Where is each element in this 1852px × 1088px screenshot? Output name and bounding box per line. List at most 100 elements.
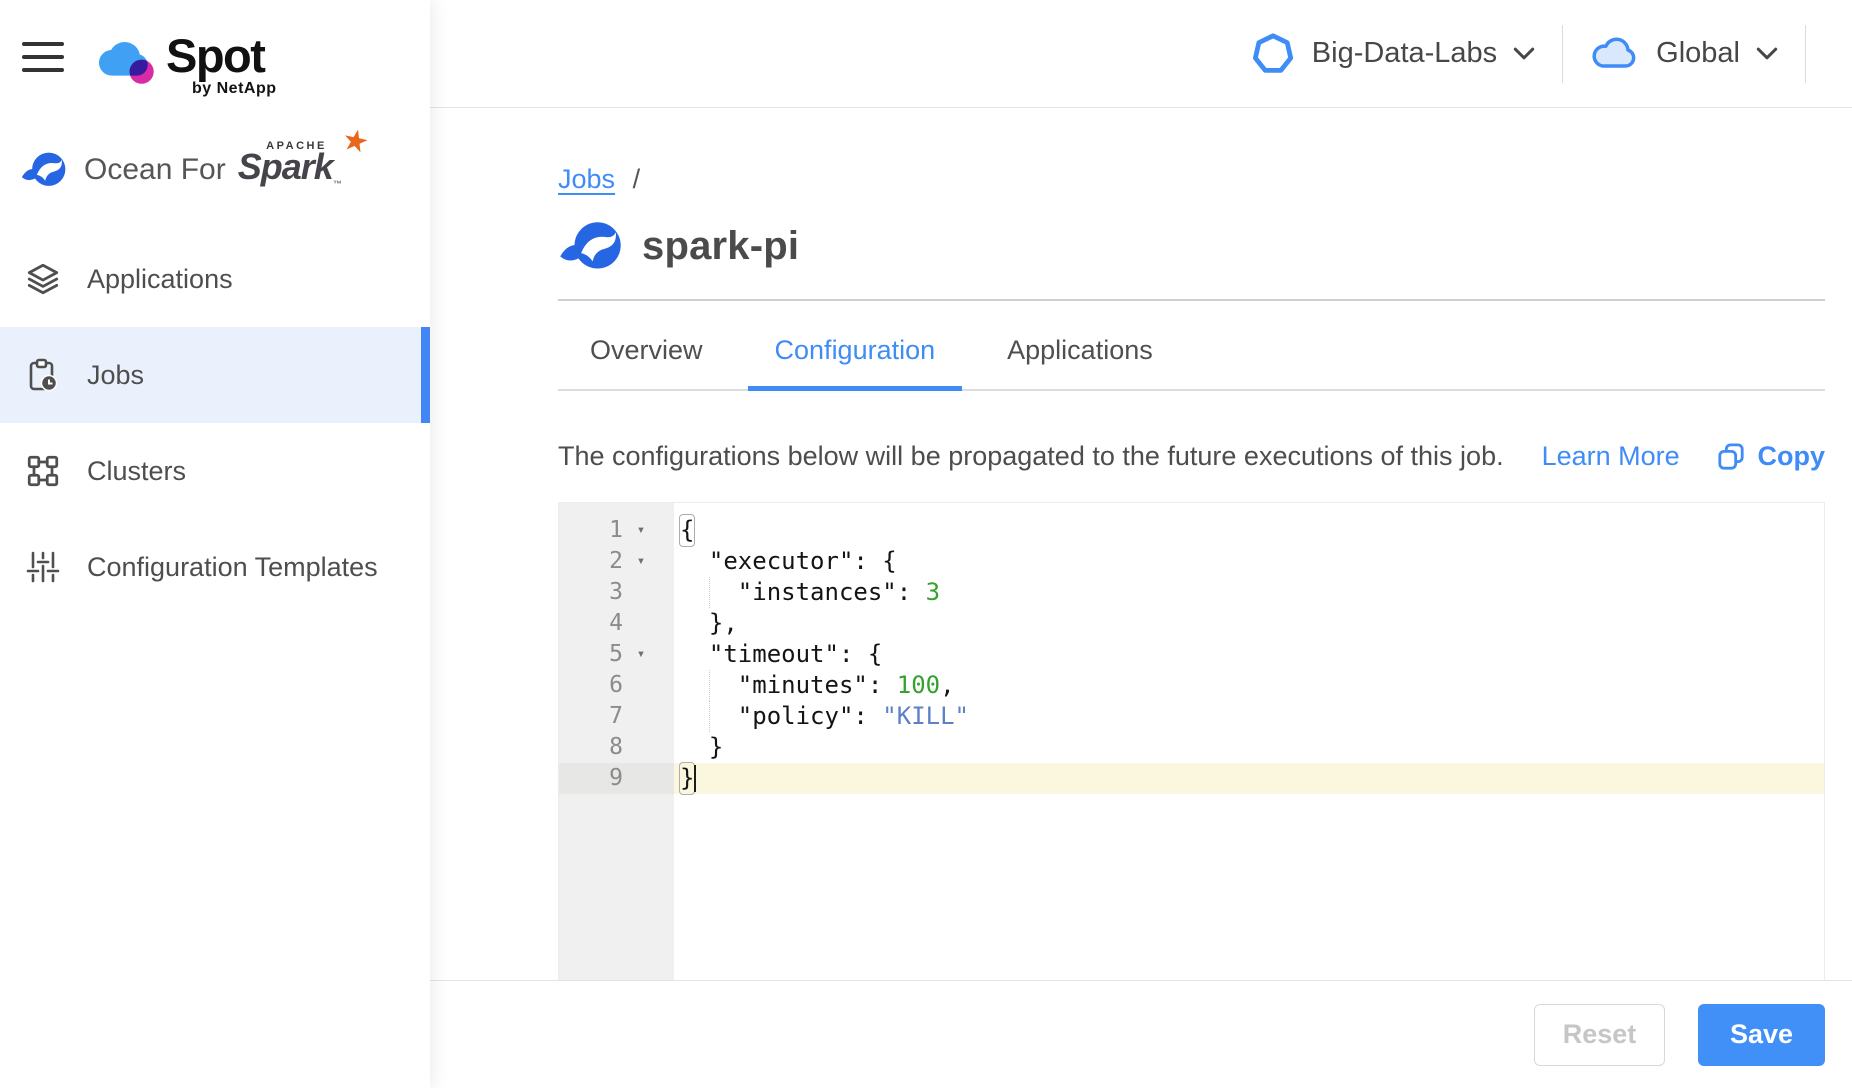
spot-byline-text: by NetApp [192,80,277,98]
title-row: spark-pi [558,220,1825,273]
code-token: "policy": [680,701,882,732]
code-line-content[interactable]: } [674,732,1824,763]
line-number: 4 [559,608,623,639]
cloud-icon [1590,35,1640,72]
line-number: 1 [559,515,623,546]
code-line-content[interactable]: "policy": "KILL" [674,701,1824,732]
indent-guide [709,701,710,732]
gutter-cell: 2▾ [559,546,674,577]
sidebar-item-label: Configuration Templates [87,552,378,583]
breadcrumb-jobs-link[interactable]: Jobs [558,164,615,194]
line-number: 3 [559,577,623,608]
top-bar: Big-Data-Labs Global [430,0,1852,108]
layers-icon [25,261,61,297]
cluster-grid-icon [25,453,61,489]
product-label: Ocean For [84,153,226,187]
editor-line-5[interactable]: 5▾ "timeout": { [559,639,1824,670]
clipboard-clock-icon [25,357,61,393]
heptagon-icon [1252,32,1296,76]
learn-more-link[interactable]: Learn More [1542,441,1680,472]
sidebar-header: Spot by NetApp [0,0,430,98]
code-line-content[interactable]: "executor": { [674,546,1824,577]
code-token: "timeout": { [680,639,882,670]
code-token: } [680,732,723,763]
indent-guide [709,577,710,608]
editor-line-1[interactable]: 1▾{ [559,515,1824,546]
breadcrumb-separator: / [633,164,641,194]
spot-wordmark: Spot by NetApp [166,34,277,98]
footer-actions: Reset Save [430,980,1852,1088]
fold-arrow-icon[interactable]: ▾ [623,639,659,670]
copy-icon [1717,442,1745,472]
editor-line-4[interactable]: 4 }, [559,608,1824,639]
code-token: "instances": [680,577,926,608]
gutter-cell: 8 [559,732,674,763]
line-number: 8 [559,732,623,763]
code-token: 100 [897,670,940,701]
menu-icon[interactable] [22,42,64,81]
code-line-content[interactable]: { [674,515,1824,546]
json-config-editor[interactable]: 1▾{2▾ "executor": {3 "instances": 34 },5… [558,502,1825,980]
line-number: 9 [559,763,623,794]
ocean-wave-icon [558,220,624,273]
sliders-icon [25,549,61,585]
fold-arrow-icon[interactable]: ▾ [623,546,659,577]
gutter-cell: 1▾ [559,515,674,546]
scope-name: Global [1656,37,1740,70]
code-line-content[interactable]: "minutes": 100, [674,670,1824,701]
code-line-content[interactable]: "instances": 3 [674,577,1824,608]
code-token: } [680,763,694,794]
spark-text: Spark [238,146,333,187]
tab-configuration[interactable]: Configuration [775,335,936,389]
line-number: 2 [559,546,623,577]
spot-logo[interactable]: Spot by NetApp [98,34,277,98]
page-title: spark-pi [642,224,799,269]
sidebar-item-jobs[interactable]: Jobs [0,327,430,423]
code-line-content[interactable]: "timeout": { [674,639,1824,670]
editor-line-2[interactable]: 2▾ "executor": { [559,546,1824,577]
line-number: 6 [559,670,623,701]
apache-spark-logo: APACHE Spark™ ★ [238,140,363,199]
copy-button[interactable]: Copy [1717,441,1826,472]
code-token: "minutes": [680,670,897,701]
org-switcher[interactable]: Big-Data-Labs [1252,32,1535,76]
scope-switcher[interactable]: Global [1590,35,1778,72]
gutter-cell: 7 [559,701,674,732]
sidebar: Spot by NetApp Ocean For APACHE Spark™ ★… [0,0,430,1088]
description-row: The configurations below will be propaga… [558,441,1825,472]
save-button[interactable]: Save [1698,1004,1825,1066]
fold-arrow-icon[interactable]: ▾ [623,515,659,546]
editor-line-9[interactable]: 9} [559,763,1824,794]
product-ocean-for-spark[interactable]: Ocean For APACHE Spark™ ★ [0,98,430,199]
reset-button[interactable]: Reset [1534,1004,1665,1066]
code-line-content[interactable]: }, [674,608,1824,639]
gutter-cell: 4 [559,608,674,639]
gutter-cell: 3 [559,577,674,608]
trademark-symbol: ™ [333,179,341,189]
main-area: Big-Data-Labs Global Jobs / [430,0,1852,1088]
org-name: Big-Data-Labs [1312,37,1497,70]
chevron-down-icon [1756,47,1778,60]
sidebar-item-configuration-templates[interactable]: Configuration Templates [0,519,430,615]
editor-line-6[interactable]: 6 "minutes": 100, [559,670,1824,701]
indent-guide [709,670,710,701]
header-divider [1805,25,1806,83]
gutter-cell: 5▾ [559,639,674,670]
editor-line-3[interactable]: 3 "instances": 3 [559,577,1824,608]
sidebar-item-applications[interactable]: Applications [0,231,430,327]
code-token: "KILL" [882,701,969,732]
header-divider [1562,25,1563,83]
spot-cloud-icon [98,36,160,88]
sidebar-item-clusters[interactable]: Clusters [0,423,430,519]
spot-brand-text: Spot [166,34,277,78]
tab-applications[interactable]: Applications [1007,335,1153,389]
chevron-down-icon [1513,47,1535,60]
editor-line-8[interactable]: 8 } [559,732,1824,763]
tab-overview[interactable]: Overview [590,335,703,389]
code-token: , [940,670,954,701]
ocean-wave-icon [20,151,68,189]
tab-bar: Overview Configuration Applications [558,301,1825,391]
editor-line-7[interactable]: 7 "policy": "KILL" [559,701,1824,732]
app-root: Spot by NetApp Ocean For APACHE Spark™ ★… [0,0,1852,1088]
code-line-content[interactable]: } [674,763,1824,794]
